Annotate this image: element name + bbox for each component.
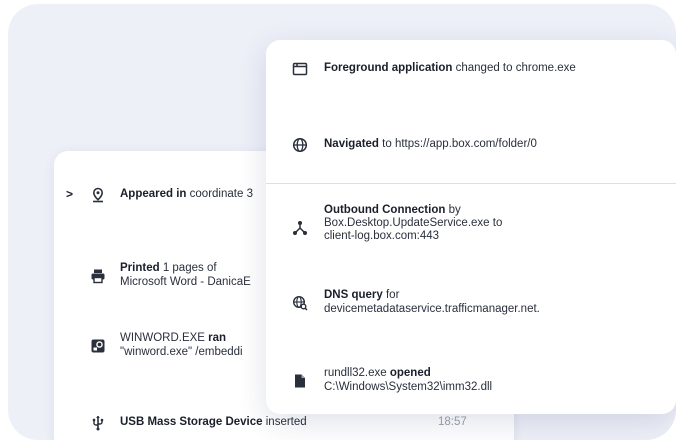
window-icon [292, 61, 308, 77]
file-icon [292, 373, 308, 389]
network-activity-card: Foreground application changed to chrome… [266, 40, 676, 414]
network-connection-icon [292, 220, 308, 236]
printer-icon [90, 268, 106, 284]
location-pin-icon [90, 187, 106, 203]
timeline-item-text: rundll32.exe opened C:\Windows\System32\… [324, 367, 493, 393]
usb-icon [90, 415, 106, 431]
timeline-item-navigation[interactable]: Navigated to https://app.box.com/folder/… [292, 137, 537, 153]
activity-frame: > Appeared in coordinate 3 Printed 1 pag… [8, 4, 676, 440]
timeline-item-process[interactable]: WINWORD.EXE ran "winword.exe" /embeddi [90, 331, 243, 359]
timeline-item-text: WINWORD.EXE ran "winword.exe" /embeddi [120, 332, 243, 358]
timeline-item-text: Appeared in coordinate 3 [120, 188, 253, 200]
timeline-item-outbound-connection[interactable]: Outbound Connection by Box.Desktop.Updat… [292, 204, 502, 243]
timeline-item-text: Printed 1 pages of Microsoft Word - Dani… [120, 262, 251, 288]
expand-chevron-icon[interactable]: > [66, 187, 73, 201]
timeline-item-text: Outbound Connection by Box.Desktop.Updat… [324, 204, 503, 242]
globe-icon [292, 137, 308, 153]
timeline-item-dns-query[interactable]: DNS query for devicemetadataservice.traf… [292, 288, 540, 316]
timeline-item-file-open[interactable]: rundll32.exe opened C:\Windows\System32\… [292, 366, 492, 394]
timeline-item-usb[interactable]: USB Mass Storage Device inserted [90, 415, 307, 431]
timeline-item-text: Navigated to https://app.box.com/folder/… [324, 138, 537, 150]
timeline-item-time: 18:57 [438, 416, 467, 428]
timeline-item-foreground-app[interactable]: Foreground application changed to chrome… [292, 61, 576, 77]
timeline-item-text: DNS query for devicemetadataservice.traf… [324, 289, 540, 315]
dns-search-icon [292, 295, 308, 311]
timeline-item-text: USB Mass Storage Device inserted [120, 416, 307, 428]
section-divider [266, 183, 676, 184]
timeline-item-location[interactable]: Appeared in coordinate 3 [90, 187, 253, 203]
timeline-item-print[interactable]: Printed 1 pages of Microsoft Word - Dani… [90, 261, 251, 289]
executable-icon [90, 338, 106, 354]
timeline-item-text: Foreground application changed to chrome… [324, 62, 576, 74]
